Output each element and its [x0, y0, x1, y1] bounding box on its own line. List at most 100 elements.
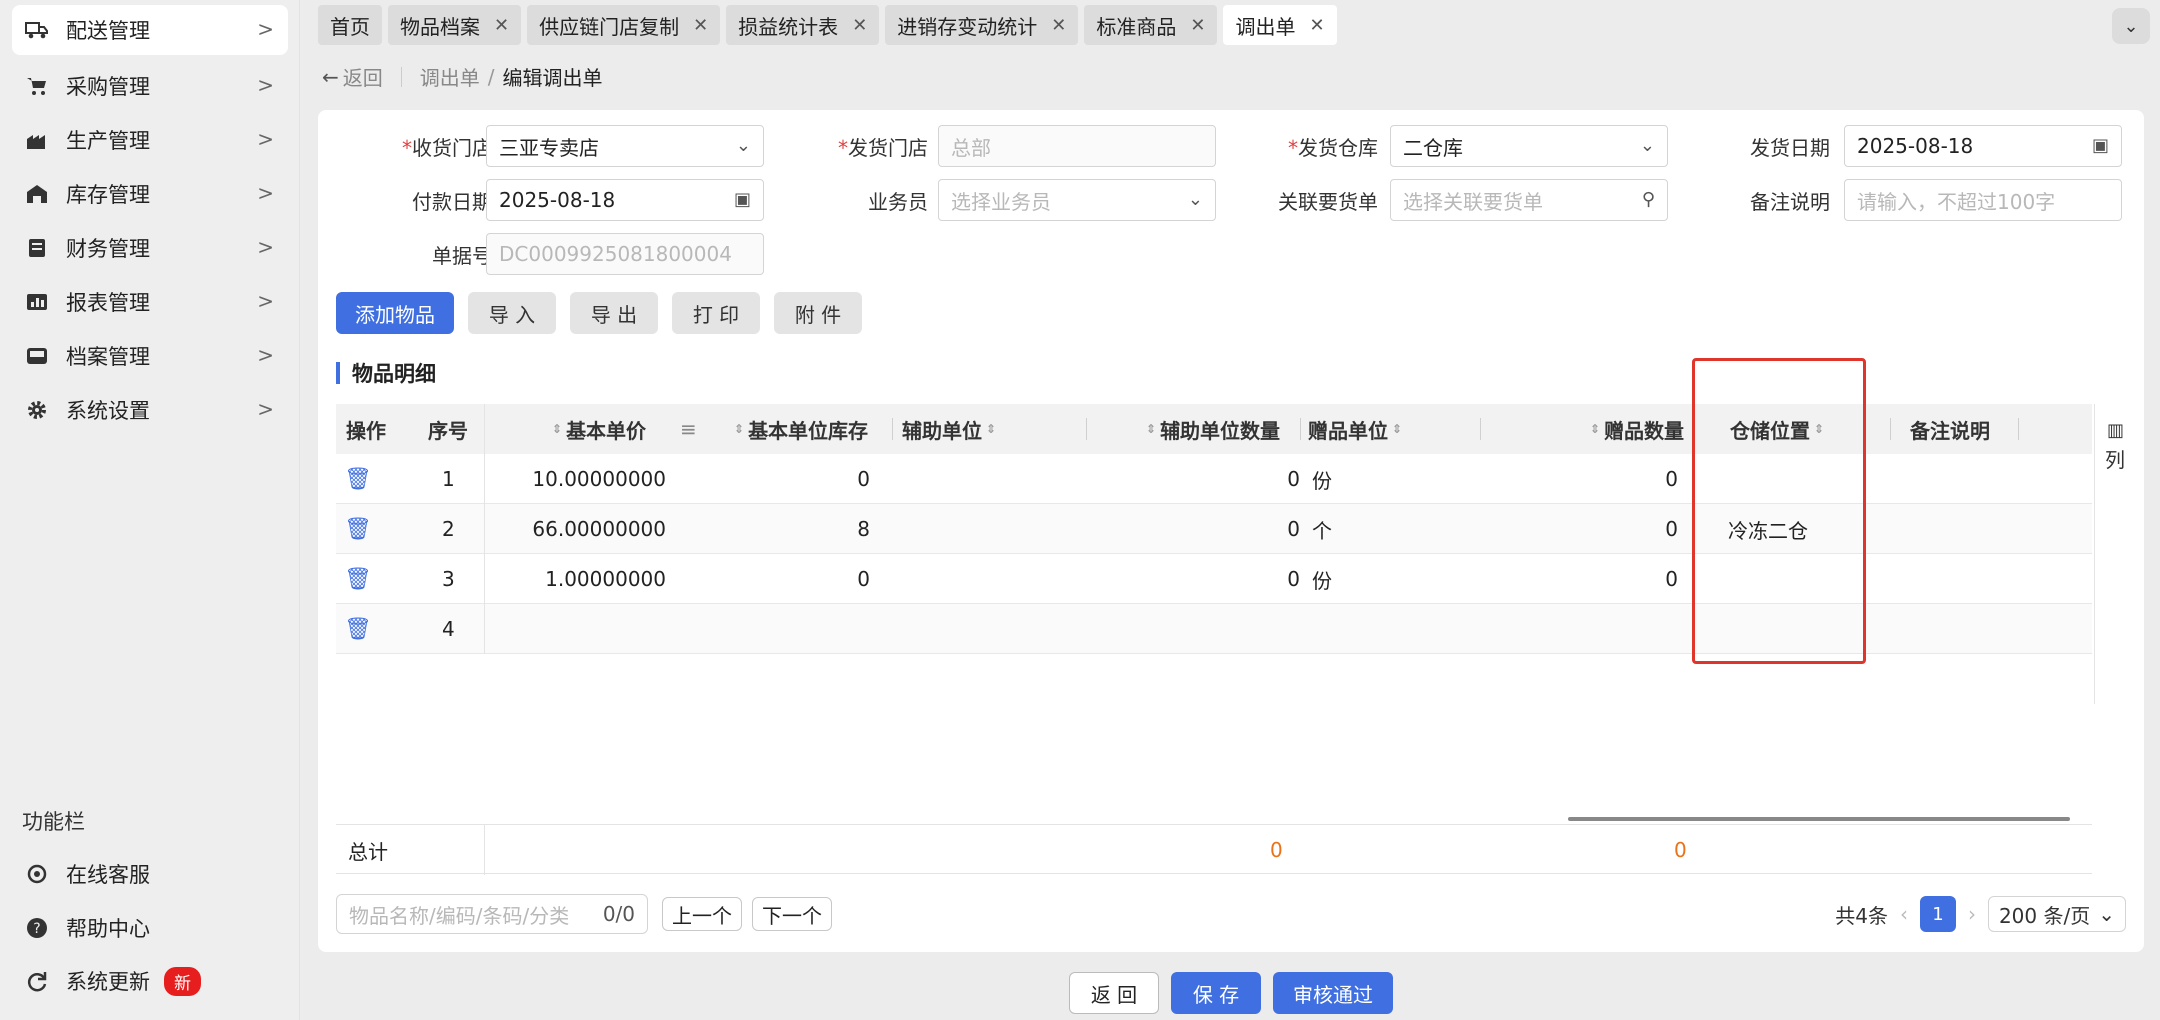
column-menu-icon[interactable]: ≡ [680, 404, 697, 454]
location-column-highlight [1692, 358, 1866, 664]
next-match-button[interactable]: 下一个 [752, 897, 832, 931]
sidebar-item-finance[interactable]: 财务管理 > [12, 223, 288, 273]
prev-match-button[interactable]: 上一个 [662, 897, 742, 931]
tab-supply-chain-copy[interactable]: 供应链门店复制 ✕ [527, 5, 721, 45]
save-button[interactable]: 保 存 [1171, 972, 1261, 1014]
tab-profit-loss[interactable]: 损益统计表 ✕ [726, 5, 880, 45]
send-warehouse-select[interactable]: 二仓库 ⌄ [1390, 125, 1668, 167]
breadcrumb-separator: / [487, 64, 495, 89]
page-1-button[interactable]: 1 [1919, 896, 1956, 932]
sort-icon[interactable]: ⇕ [986, 423, 996, 435]
tab-standard-goods[interactable]: 标准商品 ✕ [1084, 5, 1218, 45]
export-button[interactable]: 导 出 [570, 292, 658, 334]
trash-icon[interactable]: 🗑 [344, 604, 372, 654]
pay-date-picker[interactable]: 2025-08-18 ▣ [486, 179, 764, 221]
tab-item-archive[interactable]: 物品档案 ✕ [388, 5, 522, 45]
sidebar-item-inventory[interactable]: 库存管理 > [12, 169, 288, 219]
close-icon[interactable]: ✕ [1051, 15, 1066, 36]
close-icon[interactable]: ✕ [494, 15, 509, 36]
sidebar: 配送管理 > 采购管理 > 生产管理 > 库存管理 > 财务管理 > 报表管理 … [0, 0, 300, 1020]
tab-home[interactable]: 首页 [318, 5, 382, 45]
column-settings-label[interactable]: 列 [2105, 444, 2125, 473]
sort-icon[interactable]: ⇕ [552, 423, 562, 435]
send-store-input[interactable]: 总部 [938, 125, 1216, 167]
next-page-icon[interactable]: › [1968, 902, 1976, 926]
tabs-dropdown-button[interactable]: ⌄ [2112, 8, 2150, 44]
back-button[interactable]: 返 回 [1069, 972, 1159, 1014]
cell-gift-unit: 份 [1312, 468, 1332, 493]
col-aux-unit[interactable]: 辅助单位 ⇕ [902, 404, 1000, 454]
sort-icon[interactable]: ⇕ [1590, 423, 1600, 435]
cell-aux-qty: 0 [1287, 517, 1300, 541]
search-icon[interactable]: ⚲ [1642, 189, 1655, 210]
related-order-label: 关联要货单 [1278, 190, 1378, 214]
chevron-right-icon: > [257, 73, 274, 97]
sidebar-item-production[interactable]: 生产管理 > [12, 115, 288, 165]
sort-icon[interactable]: ⇕ [1146, 423, 1156, 435]
sort-icon[interactable]: ⇕ [1392, 423, 1402, 435]
sidebar-item-settings[interactable]: 系统设置 > [12, 385, 288, 435]
sidebar-item-label: 财务管理 [66, 237, 150, 261]
sidebar-item-label: 档案管理 [66, 345, 150, 369]
trash-icon[interactable]: 🗑 [344, 554, 372, 604]
search-count: 0/0 [602, 902, 635, 926]
sidebar-item-reports[interactable]: 报表管理 > [12, 277, 288, 327]
cell-aux-qty: 0 [1287, 467, 1300, 491]
item-search-input[interactable]: 物品名称/编码/条码/分类 0/0 [336, 894, 648, 934]
sidebar-item-purchase[interactable]: 采购管理 > [12, 61, 288, 111]
cell-seq: 3 [442, 567, 455, 591]
send-store-label: *发货门店 [838, 136, 928, 160]
trash-icon[interactable]: 🗑 [344, 504, 372, 554]
chevron-right-icon: > [257, 397, 274, 421]
help-center-link[interactable]: ? 帮助中心 [12, 905, 288, 951]
close-icon[interactable]: ✕ [1190, 15, 1205, 36]
col-aux-qty[interactable]: ⇕ 辅助单位数量 [1146, 404, 1280, 454]
warehouse-icon [24, 181, 50, 207]
related-order-input[interactable]: 选择关联要货单 ⚲ [1390, 179, 1668, 221]
total-aux-qty: 0 [1270, 838, 1283, 862]
system-update-link[interactable]: 系统更新 新 [12, 958, 288, 1004]
truck-icon [24, 17, 50, 43]
col-gift-qty[interactable]: ⇕ 赠品数量 [1590, 404, 1684, 454]
send-date-picker[interactable]: 2025-08-18 ▣ [1844, 125, 2122, 167]
cell-price[interactable] [484, 604, 666, 654]
col-price[interactable]: ⇕ 基本单价 [552, 404, 646, 454]
doc-no-input: DC0009925081800004 [486, 233, 764, 275]
tab-inventory-change[interactable]: 进销存变动统计 ✕ [885, 5, 1079, 45]
salesman-select[interactable]: 选择业务员 ⌄ [938, 179, 1216, 221]
approve-button[interactable]: 审核通过 [1273, 972, 1393, 1014]
import-button[interactable]: 导 入 [468, 292, 556, 334]
back-arrow-icon[interactable]: ← [322, 65, 339, 89]
trash-icon[interactable]: 🗑 [344, 454, 372, 504]
column-settings[interactable]: ▥ 列 [2094, 404, 2140, 704]
add-item-button[interactable]: 添加物品 [336, 292, 454, 334]
breadcrumb-parent[interactable]: 调出单 [420, 62, 480, 91]
remark-input[interactable]: 请输入，不超过100字 [1844, 179, 2122, 221]
print-button[interactable]: 打 印 [672, 292, 760, 334]
receive-store-select[interactable]: 三亚专卖店 ⌄ [486, 125, 764, 167]
tab-label: 供应链门店复制 [539, 14, 680, 39]
attachment-button[interactable]: 附 件 [774, 292, 862, 334]
col-stock[interactable]: ⇕ 基本单位库存 [734, 404, 868, 454]
gear-icon [24, 397, 50, 423]
cell-seq: 4 [442, 617, 455, 641]
tab-label: 进销存变动统计 [897, 14, 1038, 39]
page-size-select[interactable]: 200 条/页 ⌄ [1987, 896, 2126, 932]
system-update-label: 系统更新 [66, 970, 150, 994]
columns-icon[interactable]: ▥ [2107, 420, 2124, 441]
close-icon[interactable]: ✕ [1309, 15, 1324, 36]
cell-gift-unit: 个 [1312, 518, 1332, 543]
col-gift-unit[interactable]: 赠品单位 ⇕ [1308, 404, 1406, 454]
prev-page-icon[interactable]: ‹ [1900, 902, 1908, 926]
chevron-down-icon: ⌄ [2098, 902, 2115, 926]
tab-transfer-out[interactable]: 调出单 ✕ [1223, 5, 1337, 45]
sidebar-item-delivery[interactable]: 配送管理 > [12, 5, 288, 55]
online-service-link[interactable]: 在线客服 [12, 851, 288, 897]
close-icon[interactable]: ✕ [852, 15, 867, 36]
close-icon[interactable]: ✕ [693, 15, 708, 36]
sidebar-item-archive[interactable]: 档案管理 > [12, 331, 288, 381]
horizontal-scrollbar[interactable] [1568, 817, 2070, 821]
breadcrumb-back[interactable]: 返回 [343, 62, 383, 91]
sort-icon[interactable]: ⇕ [734, 423, 744, 435]
cell-stock: 0 [857, 467, 870, 491]
